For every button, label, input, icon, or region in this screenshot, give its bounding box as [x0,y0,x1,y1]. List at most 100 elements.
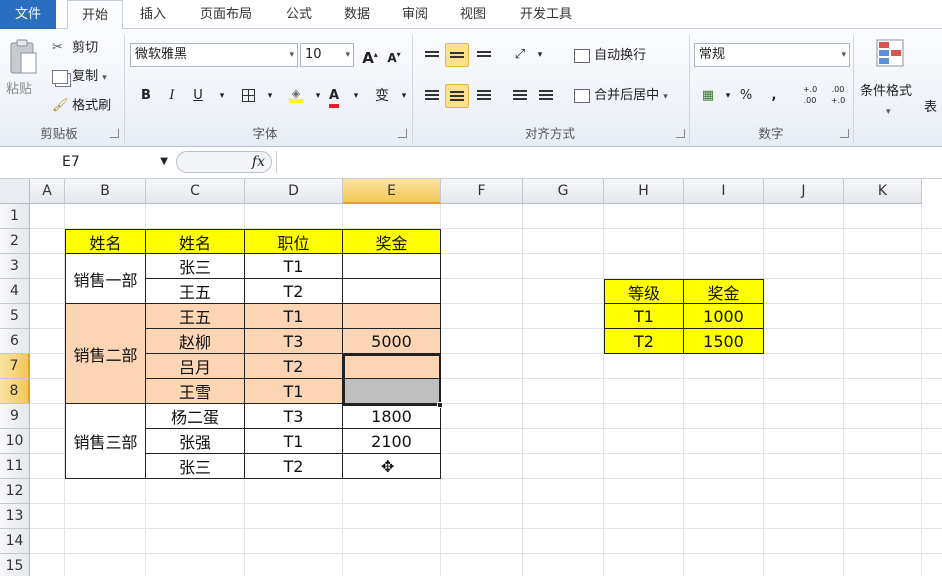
column-header-i[interactable]: I [684,179,764,204]
align-center-button[interactable] [445,84,469,108]
font-launcher-icon[interactable] [398,129,407,138]
name-cell[interactable]: 张强 [146,429,245,454]
row-header-10[interactable]: 10 [0,429,30,454]
decrease-indent-button[interactable] [508,84,532,108]
align-top-button[interactable] [420,43,444,67]
tab-data[interactable]: 数据 [334,0,380,29]
row-header-4[interactable]: 4 [0,279,30,304]
bonus-cell[interactable] [343,279,441,304]
name-cell[interactable]: 张三 [146,454,245,479]
name-cell[interactable]: 吕月 [146,354,245,379]
underline-button[interactable]: U [186,84,210,108]
lookup-grade-cell[interactable]: T2 [604,329,684,354]
table-header-cell[interactable]: 职位 [245,229,343,254]
position-cell[interactable]: T3 [245,404,343,429]
row-header-2[interactable]: 2 [0,229,30,254]
row-header-9[interactable]: 9 [0,404,30,429]
name-cell[interactable]: 杨二蛋 [146,404,245,429]
increase-indent-button[interactable] [534,84,558,108]
column-header-h[interactable]: H [604,179,684,204]
position-cell[interactable]: T1 [245,429,343,454]
grow-font-button[interactable]: A▴ [358,43,382,67]
fill-color-button[interactable]: ◈ [284,84,308,108]
chevron-down-icon[interactable]: ▾ [528,43,552,67]
lookup-header-cell[interactable]: 等级 [604,279,684,304]
lookup-grade-cell[interactable]: T1 [604,304,684,329]
tab-file[interactable]: 文件 [0,0,56,29]
font-name-combo[interactable]: 微软雅黑 ▾ [130,43,298,67]
bonus-cell[interactable] [343,254,441,279]
conditional-formatting-button[interactable]: 条件格式 ▾ [858,35,924,117]
chevron-down-icon[interactable]: ▾ [258,84,282,108]
table-header-cell[interactable]: 姓名 [65,229,146,254]
number-launcher-icon[interactable] [840,129,849,138]
row-header-14[interactable]: 14 [0,529,30,554]
number-format-combo[interactable]: 常规 ▾ [694,43,850,67]
position-cell[interactable]: T1 [245,379,343,404]
row-header-5[interactable]: 5 [0,304,30,329]
chevron-down-icon[interactable]: ▾ [344,84,368,108]
lookup-bonus-cell[interactable]: 1500 [684,329,764,354]
format-painter-button[interactable]: 🖌 格式刷 [52,95,111,117]
column-header-g[interactable]: G [523,179,604,204]
column-header-c[interactable]: C [146,179,245,204]
department-cell[interactable]: 销售一部 [65,254,146,304]
table-header-cell[interactable]: 姓名 [146,229,245,254]
column-header-e[interactable]: E [343,179,441,204]
bonus-cell[interactable]: 5000 [343,329,441,354]
tab-view[interactable]: 视图 [450,0,496,29]
tab-formulas[interactable]: 公式 [276,0,322,29]
select-all-corner[interactable] [0,179,30,204]
align-middle-button[interactable] [445,43,469,67]
phonetic-button[interactable]: 变 [370,84,394,108]
tab-home[interactable]: 开始 [67,0,123,30]
name-box[interactable]: E7 ▼ [0,151,172,173]
copy-button[interactable]: 复制 ▾ [52,66,107,88]
position-cell[interactable]: T3 [245,329,343,354]
tab-page-layout[interactable]: 页面布局 [188,0,264,29]
percent-style-button[interactable]: % [734,84,758,108]
row-header-7[interactable]: 7 [0,354,30,379]
column-header-b[interactable]: B [65,179,146,204]
shrink-font-button[interactable]: A▾ [382,43,406,67]
formula-input[interactable] [276,151,942,173]
name-cell[interactable]: 王五 [146,304,245,329]
position-cell[interactable]: T2 [245,279,343,304]
align-left-button[interactable] [420,84,444,108]
italic-button[interactable]: I [160,84,184,108]
merge-center-button[interactable]: 合并后居中 ▾ [574,85,668,107]
wrap-text-button[interactable]: 自动换行 [574,45,646,67]
row-header-13[interactable]: 13 [0,504,30,529]
table-header-cell[interactable]: 奖金 [343,229,441,254]
font-size-combo[interactable]: 10 ▾ [300,43,354,67]
column-header-a[interactable]: A [30,179,65,204]
row-header-1[interactable]: 1 [0,204,30,229]
bonus-cell[interactable] [343,354,441,379]
name-cell[interactable]: 王五 [146,279,245,304]
lookup-header-cell[interactable]: 奖金 [684,279,764,304]
name-cell[interactable]: 赵柳 [146,329,245,354]
border-button[interactable] [236,84,260,108]
bonus-cell[interactable]: 2100 [343,429,441,454]
position-cell[interactable]: T2 [245,454,343,479]
position-cell[interactable]: T2 [245,354,343,379]
row-header-12[interactable]: 12 [0,479,30,504]
lookup-bonus-cell[interactable]: 1000 [684,304,764,329]
insert-function-icon[interactable]: fx [252,152,265,172]
name-cell[interactable]: 张三 [146,254,245,279]
format-as-table-button[interactable]: 表 [924,97,937,119]
tab-developer[interactable]: 开发工具 [508,0,584,29]
position-cell[interactable]: T1 [245,254,343,279]
comma-style-button[interactable]: , [762,84,786,108]
paste-button[interactable]: 粘贴 [6,35,40,115]
row-header-3[interactable]: 3 [0,254,30,279]
name-cell[interactable]: 王雪 [146,379,245,404]
align-right-button[interactable] [472,84,496,108]
increase-decimal-button[interactable]: +.0 .00 [798,84,822,108]
bold-button[interactable]: B [134,84,158,108]
chevron-down-icon[interactable]: ▾ [210,84,234,108]
department-cell[interactable]: 销售二部 [65,304,146,404]
column-header-k[interactable]: K [844,179,922,204]
tab-insert[interactable]: 插入 [130,0,176,29]
row-header-6[interactable]: 6 [0,329,30,354]
